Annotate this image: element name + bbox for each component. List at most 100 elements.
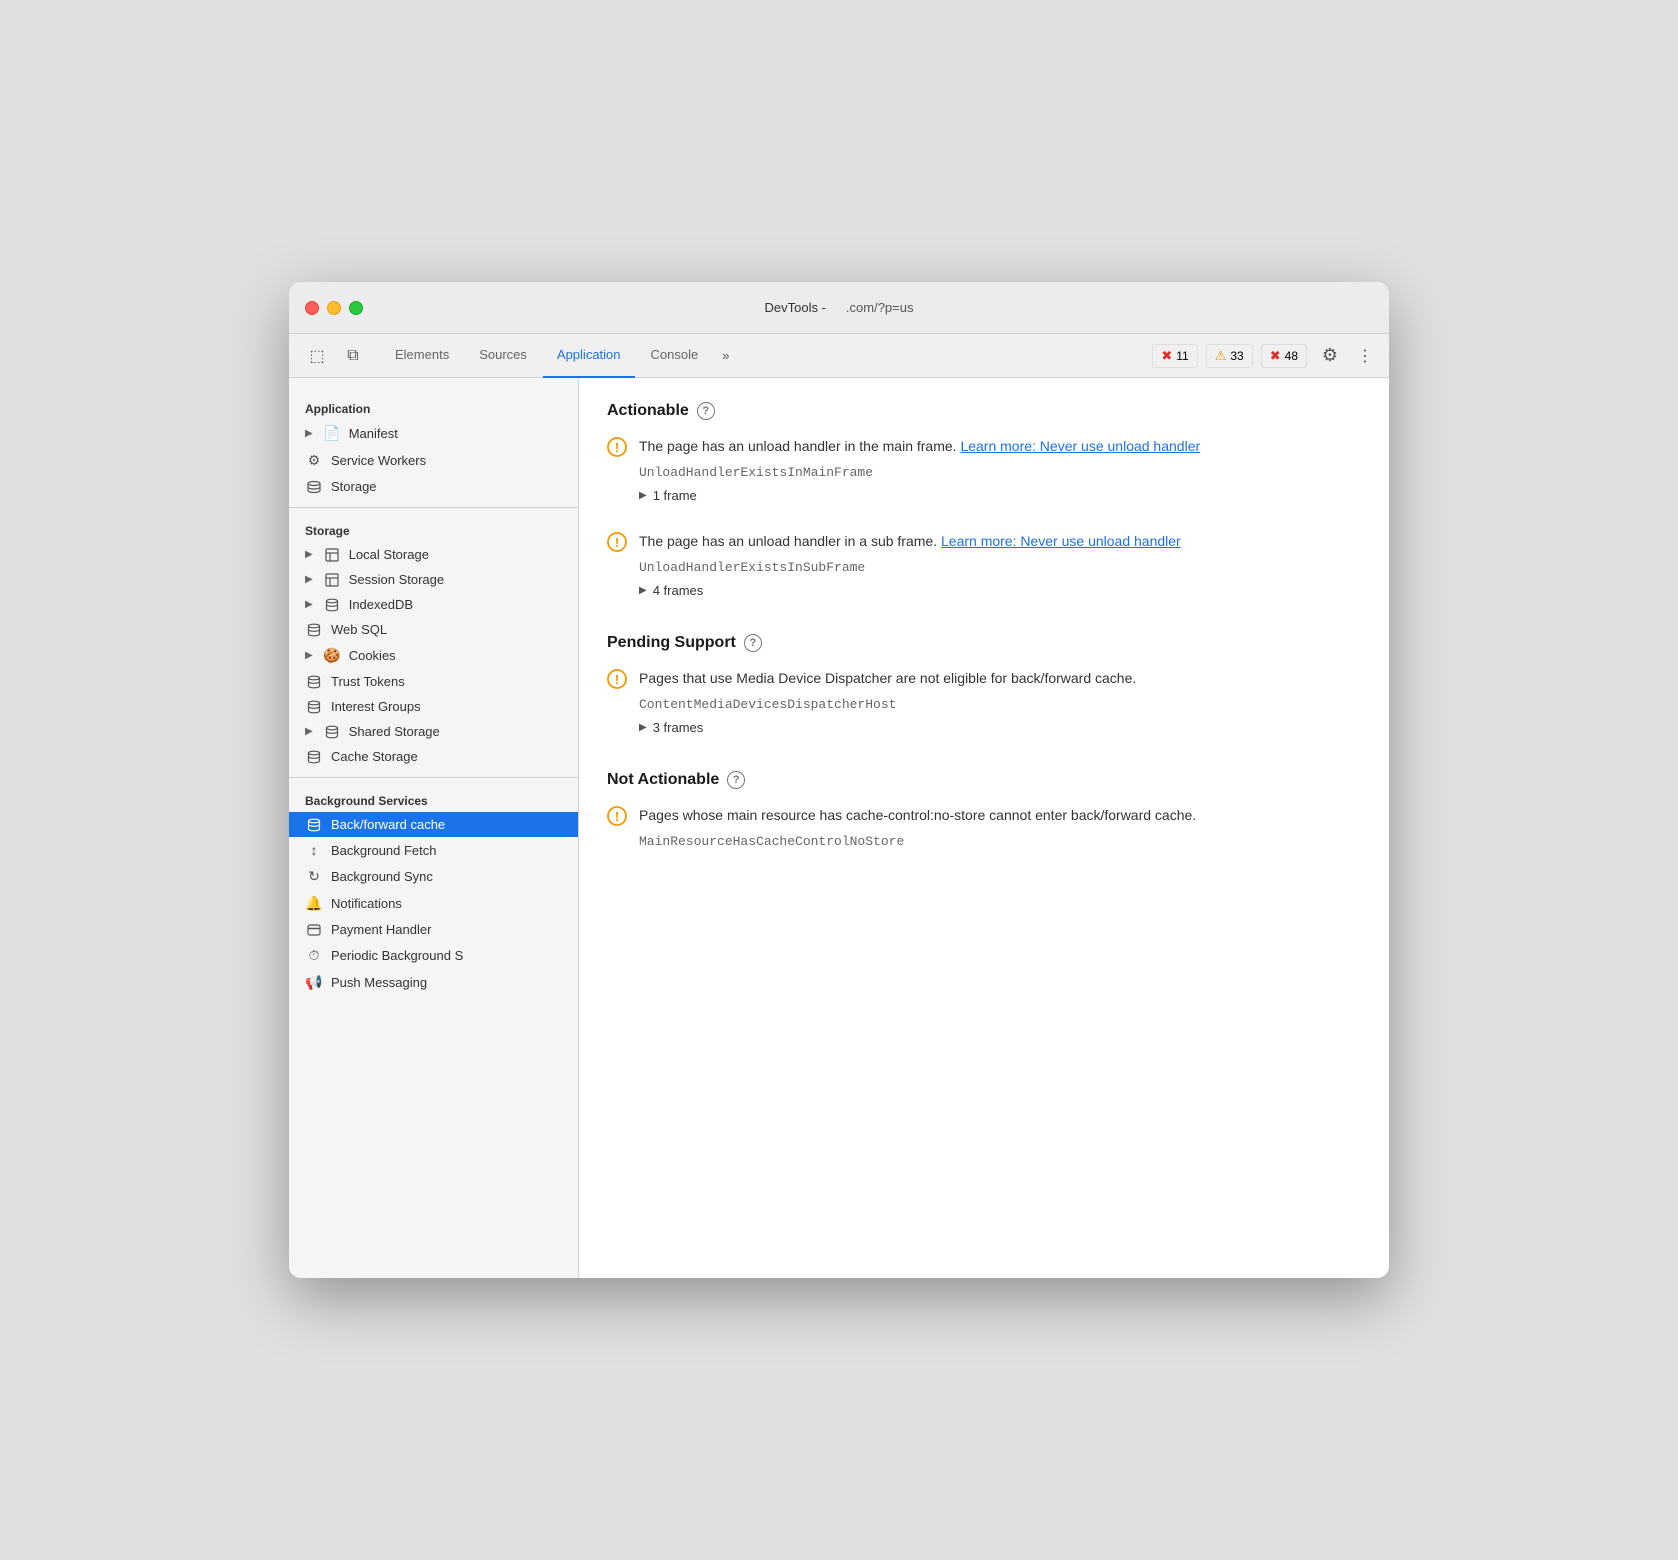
titlebar-center: DevTools - .com/?p=us [765, 300, 914, 315]
toolbar-tabs: Elements Sources Application Console » [381, 334, 737, 378]
sidebar-item-manifest[interactable]: ▶ 📄 Manifest [289, 420, 578, 447]
warning-badge-icon: ⚠ [1215, 348, 1227, 364]
local-storage-arrow: ▶ [305, 549, 313, 560]
manifest-arrow-icon: ▶ [305, 428, 313, 439]
sidebar-item-cookies[interactable]: ▶ 🍪 Cookies [289, 642, 578, 669]
sidebar-item-storage-top[interactable]: Storage [289, 474, 578, 499]
issue-unload-main-link[interactable]: Learn more: Never use unload handler [960, 438, 1200, 454]
issue-media-device-frames[interactable]: ▶ 3 frames [639, 720, 1361, 735]
sidebar-item-background-sync[interactable]: ↻ Background Sync [289, 863, 578, 890]
error-badge-icon: ✖ [1161, 348, 1172, 364]
titlebar: DevTools - .com/?p=us [289, 282, 1389, 334]
divider-1 [289, 507, 578, 508]
error-badge[interactable]: ✖ 11 [1152, 344, 1197, 368]
cookies-icon: 🍪 [323, 647, 341, 664]
indexeddb-icon [323, 598, 341, 612]
sidebar: Application ▶ 📄 Manifest ⚙ Service Worke… [289, 378, 579, 1278]
window-title: DevTools - [765, 300, 826, 315]
toolbar-badges: ✖ 11 ⚠ 33 ✖ 48 ⚙ ⋮ [1152, 342, 1377, 370]
error-badge-count: 11 [1176, 349, 1188, 363]
issue-unload-main-frames[interactable]: ▶ 1 frame [639, 488, 1361, 503]
sidebar-item-payment-handler[interactable]: Payment Handler [289, 917, 578, 942]
not-actionable-header: Not Actionable ? [607, 771, 1361, 789]
frames-arrow-icon-2: ▶ [639, 585, 647, 596]
settings-button[interactable]: ⚙ [1315, 342, 1345, 370]
sidebar-item-service-workers[interactable]: ⚙ Service Workers [289, 447, 578, 474]
tab-console[interactable]: Console [637, 334, 713, 378]
issue-cache-control: ! Pages whose main resource has cache-co… [607, 805, 1361, 861]
devtools-window: DevTools - .com/?p=us ⬚ ⧉ Elements Sourc… [289, 282, 1389, 1278]
info-badge-count: 48 [1285, 349, 1298, 363]
sidebar-item-local-storage[interactable]: ▶ Local Storage [289, 542, 578, 567]
sidebar-item-shared-storage[interactable]: ▶ Shared Storage [289, 719, 578, 744]
push-messaging-icon: 📢 [305, 974, 323, 991]
inspect-icon-btn[interactable]: ⧉ [337, 342, 369, 370]
issue-media-device: ! Pages that use Media Device Dispatcher… [607, 668, 1361, 743]
issue-cache-control-code: MainResourceHasCacheControlNoStore [639, 834, 1361, 849]
background-fetch-icon: ↕ [305, 842, 323, 858]
sidebar-item-back-forward-cache[interactable]: Back/forward cache [289, 812, 578, 837]
not-actionable-section: Not Actionable ? ! Pages whose main reso… [607, 771, 1361, 861]
svg-text:!: ! [615, 809, 619, 824]
tab-application[interactable]: Application [543, 334, 635, 378]
sidebar-item-web-sql[interactable]: Web SQL [289, 617, 578, 642]
sidebar-section-storage: Storage [289, 516, 578, 542]
sidebar-item-indexeddb[interactable]: ▶ IndexedDB [289, 592, 578, 617]
svg-text:!: ! [615, 535, 619, 550]
sidebar-item-push-messaging[interactable]: 📢 Push Messaging [289, 969, 578, 996]
not-actionable-help-icon[interactable]: ? [727, 771, 745, 789]
background-sync-icon: ↻ [305, 868, 323, 885]
divider-2 [289, 777, 578, 778]
sidebar-section-bg-services: Background Services [289, 786, 578, 812]
sidebar-item-interest-groups[interactable]: Interest Groups [289, 694, 578, 719]
payment-handler-icon [305, 924, 323, 936]
main-area: Application ▶ 📄 Manifest ⚙ Service Worke… [289, 378, 1389, 1278]
sidebar-item-periodic-background[interactable]: ⏱ Periodic Background S [289, 942, 578, 969]
toolbar: ⬚ ⧉ Elements Sources Application Console… [289, 334, 1389, 378]
shared-storage-icon [323, 725, 341, 739]
not-actionable-title: Not Actionable [607, 771, 719, 789]
session-storage-arrow: ▶ [305, 574, 313, 585]
actionable-title: Actionable [607, 402, 689, 420]
sidebar-item-notifications[interactable]: 🔔 Notifications [289, 890, 578, 917]
frames-arrow-icon-1: ▶ [639, 490, 647, 501]
sidebar-item-background-fetch[interactable]: ↕ Background Fetch [289, 837, 578, 863]
issue-unload-main-content: The page has an unload handler in the ma… [639, 436, 1361, 507]
sidebar-item-session-storage[interactable]: ▶ Session Storage [289, 567, 578, 592]
tabs-more-button[interactable]: » [714, 344, 737, 367]
sidebar-item-trust-tokens[interactable]: Trust Tokens [289, 669, 578, 694]
warning-badge-count: 33 [1230, 349, 1243, 363]
sidebar-item-cache-storage[interactable]: Cache Storage [289, 744, 578, 769]
window-url: .com/?p=us [846, 300, 914, 315]
pending-support-header: Pending Support ? [607, 634, 1361, 652]
close-button[interactable] [305, 301, 319, 315]
svg-text:!: ! [615, 672, 619, 687]
cursor-icon: ⬚ [309, 346, 324, 366]
issue-unload-sub-link[interactable]: Learn more: Never use unload handler [941, 533, 1181, 549]
pending-support-help-icon[interactable]: ? [744, 634, 762, 652]
issue-unload-main: ! The page has an unload handler in the … [607, 436, 1361, 511]
issue-unload-sub-frames[interactable]: ▶ 4 frames [639, 583, 1361, 598]
service-workers-icon: ⚙ [305, 452, 323, 469]
frames-arrow-icon-3: ▶ [639, 722, 647, 733]
trust-tokens-icon [305, 675, 323, 689]
tab-sources[interactable]: Sources [465, 334, 541, 378]
maximize-button[interactable] [349, 301, 363, 315]
notifications-icon: 🔔 [305, 895, 323, 912]
warning-badge[interactable]: ⚠ 33 [1206, 344, 1253, 368]
warning-circle-icon-3: ! [607, 669, 627, 739]
cursor-icon-btn[interactable]: ⬚ [301, 342, 333, 370]
actionable-help-icon[interactable]: ? [697, 402, 715, 420]
tab-elements[interactable]: Elements [381, 334, 463, 378]
indexeddb-arrow: ▶ [305, 599, 313, 610]
info-badge[interactable]: ✖ 48 [1261, 344, 1307, 368]
issue-media-device-code: ContentMediaDevicesDispatcherHost [639, 697, 1361, 712]
more-options-button[interactable]: ⋮ [1353, 342, 1377, 370]
warning-circle-icon-1: ! [607, 437, 627, 507]
minimize-button[interactable] [327, 301, 341, 315]
pending-support-title: Pending Support [607, 634, 736, 652]
issue-unload-sub-text: The page has an unload handler in a sub … [639, 531, 1361, 552]
periodic-background-icon: ⏱ [305, 947, 323, 964]
svg-text:!: ! [615, 440, 619, 455]
issue-unload-main-text: The page has an unload handler in the ma… [639, 436, 1361, 457]
